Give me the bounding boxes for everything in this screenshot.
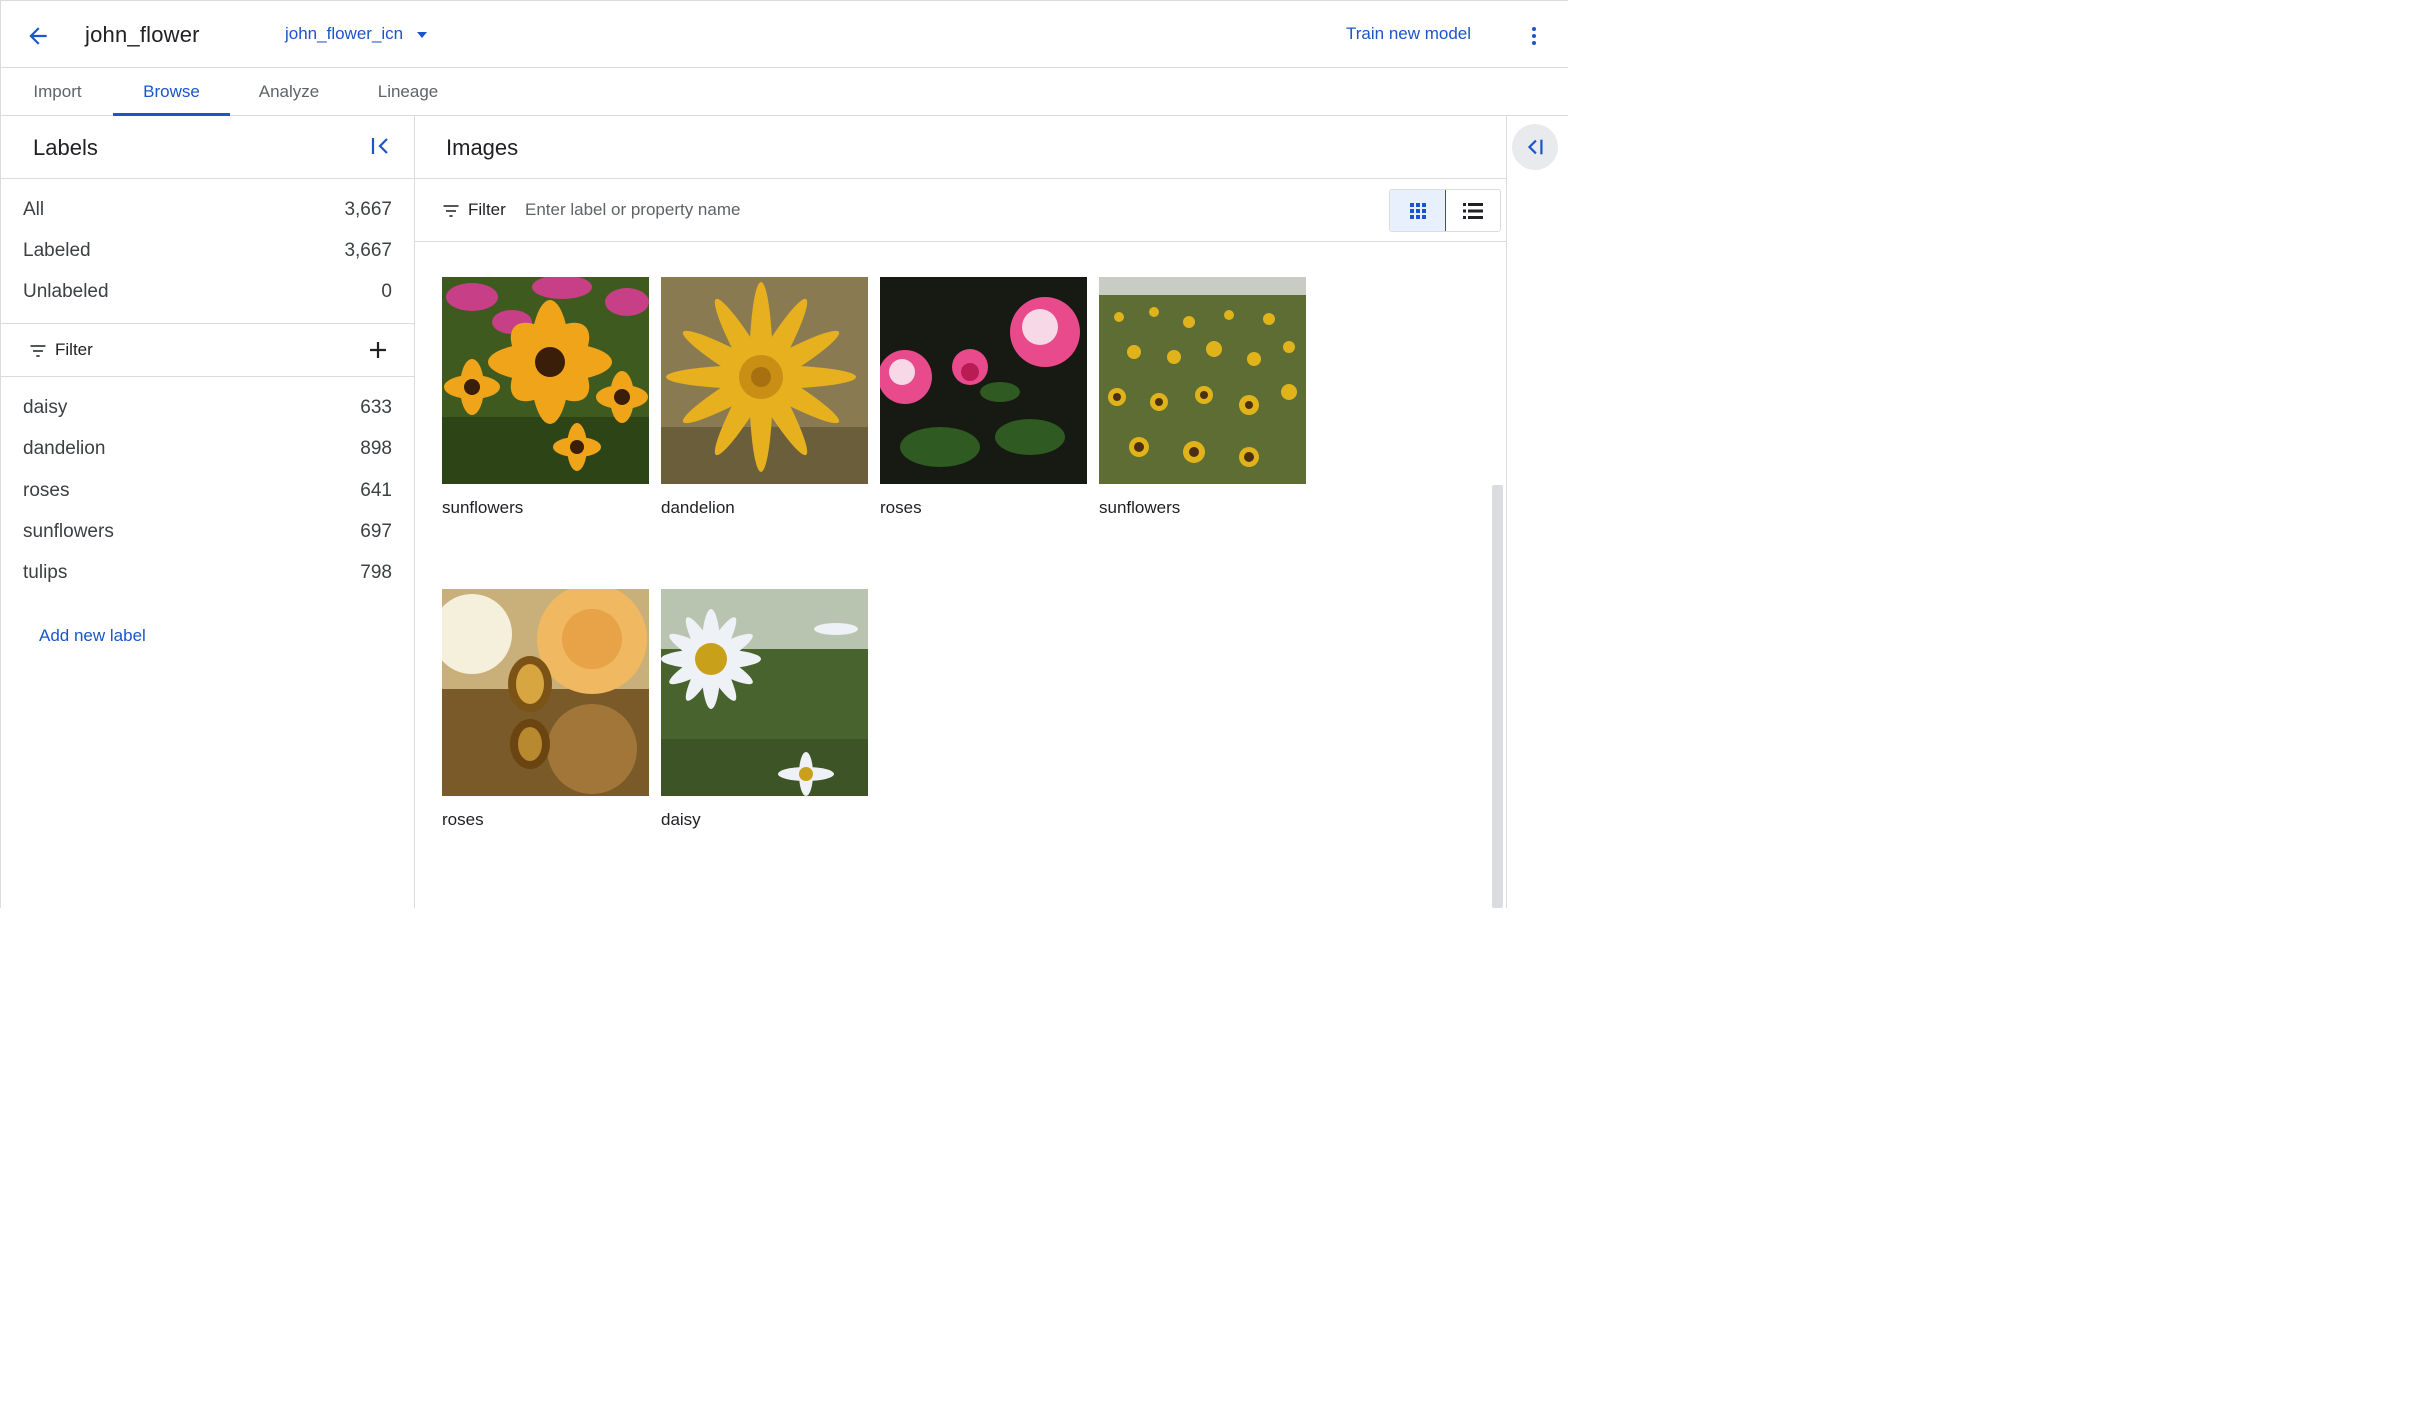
image-thumbnail [442,589,649,796]
add-new-label-link[interactable]: Add new label [39,626,146,646]
label-count: 633 [360,397,392,418]
label-row-sunflowers[interactable]: sunflowers 697 [0,512,414,552]
view-toggle [1389,189,1501,232]
image-label: sunflowers [442,498,524,517]
label-name: sunflowers [23,521,114,542]
images-filter-input[interactable] [525,195,1125,225]
back-button[interactable] [22,20,54,52]
filter-icon [443,205,459,217]
label-name: roses [23,480,70,501]
back-arrow-icon [29,27,47,45]
label-row-dandelion[interactable]: dandelion 898 [0,429,414,469]
image-card[interactable]: sunflowers [442,277,649,518]
image-label: roses [880,498,922,517]
images-filter-label: Filter [468,200,506,219]
labels-panel: Labels All 3,667 Labeled 3,667 Unlabeled… [0,116,415,908]
label-count: 697 [360,521,392,542]
list-view-icon [1462,202,1483,219]
image-thumbnail [1099,277,1306,484]
count-value: 0 [381,281,392,302]
labels-panel-header: Labels [0,116,414,179]
images-panel-title: Images [446,135,519,160]
dataset-version-select[interactable]: john_flower_icn [285,24,428,44]
tab-browse[interactable]: Browse [113,68,230,116]
image-thumbnail [661,589,868,796]
labels-filter-row[interactable]: Filter [0,324,414,377]
label-count: 898 [360,438,392,459]
tab-analyze[interactable]: Analyze [238,68,340,115]
expand-panel-button[interactable] [1512,124,1558,170]
image-label: sunflowers [1099,498,1181,517]
count-value: 3,667 [344,240,392,261]
dataset-version-label: john_flower_icn [285,24,404,43]
count-value: 3,667 [344,199,392,220]
label-count: 798 [360,562,392,583]
collapse-left-icon[interactable] [368,134,392,158]
expand-panel-icon [1527,139,1543,155]
image-card[interactable]: roses [442,589,649,830]
image-thumbnail [442,277,649,484]
grid-view-icon [1409,202,1426,219]
labels-filter-label: Filter [55,340,93,359]
image-card[interactable]: daisy [661,589,868,830]
tab-lineage[interactable]: Lineage [356,68,460,115]
label-name: dandelion [23,438,106,459]
images-filter-bar: Filter [415,179,1506,242]
label-row-daisy[interactable]: daisy 633 [0,388,414,428]
filter-icon [30,345,46,357]
image-card[interactable]: roses [880,277,1087,518]
caret-down-icon [417,32,428,38]
label-count: 641 [360,480,392,501]
tab-import[interactable]: Import [10,68,105,115]
image-label: roses [442,810,484,829]
image-label: dandelion [661,498,735,517]
count-row-labeled[interactable]: Labeled 3,667 [0,231,414,271]
top-header: john_flower john_flower_icn Train new mo… [0,4,1568,68]
list-view-button[interactable] [1445,190,1500,231]
image-card[interactable]: sunflowers [1099,277,1306,518]
images-panel-header: Images [415,116,1506,179]
count-row-all[interactable]: All 3,667 [0,190,414,230]
label-name: daisy [23,397,68,418]
grid-view-button[interactable] [1390,190,1446,231]
images-panel: Images Filter Enter label or property na… [415,116,1507,908]
plus-icon[interactable] [366,338,390,362]
count-label: Unlabeled [23,281,109,302]
train-new-model-button[interactable]: Train new model [1346,24,1471,44]
images-scrollbar[interactable] [1492,485,1503,908]
label-row-tulips[interactable]: tulips 798 [0,553,414,593]
count-row-unlabeled[interactable]: Unlabeled 0 [0,272,414,312]
tab-bar: Import Browse Analyze Lineage [0,68,1568,116]
dataset-name: john_flower [85,22,200,47]
labels-panel-title: Labels [33,135,98,160]
image-card[interactable]: dandelion [661,277,868,518]
count-label: All [23,199,45,220]
image-label: daisy [661,810,701,829]
label-row-roses[interactable]: roses 641 [0,471,414,511]
image-thumbnail [880,277,1087,484]
more-vert-icon[interactable] [1522,20,1546,52]
image-thumbnail [661,277,868,484]
label-name: tulips [23,562,68,583]
count-label: Labeled [23,240,91,261]
